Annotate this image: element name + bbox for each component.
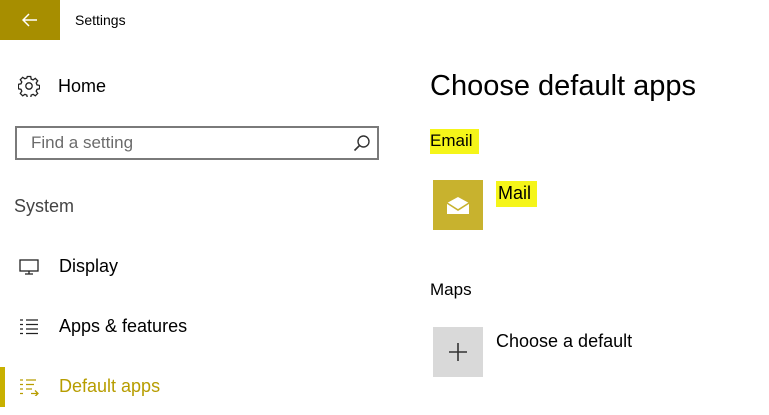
maps-app-tile[interactable] xyxy=(433,327,483,377)
back-arrow-icon xyxy=(22,13,37,27)
search-icon[interactable] xyxy=(353,134,371,152)
window-title: Settings xyxy=(75,12,126,28)
active-indicator xyxy=(0,367,5,407)
default-apps-icon xyxy=(20,379,39,396)
highlight-marker: Email xyxy=(430,129,479,154)
search-input[interactable] xyxy=(17,128,347,158)
maps-app-name[interactable]: Choose a default xyxy=(496,331,632,352)
sidebar-item-default-apps[interactable]: Default apps xyxy=(0,367,390,407)
list-icon xyxy=(20,319,38,335)
display-icon xyxy=(19,259,39,275)
sidebar-item-label: Default apps xyxy=(59,376,161,396)
page-title: Choose default apps xyxy=(430,70,697,102)
nav-home[interactable]: Home xyxy=(18,75,106,97)
plus-icon xyxy=(449,343,467,361)
nav-home-label: Home xyxy=(58,75,107,96)
back-button[interactable] xyxy=(0,0,60,40)
mail-icon xyxy=(446,197,470,214)
email-app-tile[interactable] xyxy=(433,180,483,230)
section-label-system: System xyxy=(14,196,75,216)
highlight-marker: Mail xyxy=(496,181,538,207)
search-box xyxy=(15,126,379,160)
group-label-email: Email xyxy=(430,129,479,154)
sidebar-item-display[interactable]: Display xyxy=(0,247,390,287)
sidebar-item-apps-features[interactable]: Apps & features xyxy=(0,307,390,347)
title-bar: Settings xyxy=(0,0,769,40)
sidebar-item-label: Display xyxy=(59,256,119,276)
gear-icon xyxy=(18,75,40,97)
sidebar-item-label: Apps & features xyxy=(59,316,188,336)
group-label-maps: Maps xyxy=(430,280,472,299)
email-app-name[interactable]: Mail xyxy=(496,181,538,207)
